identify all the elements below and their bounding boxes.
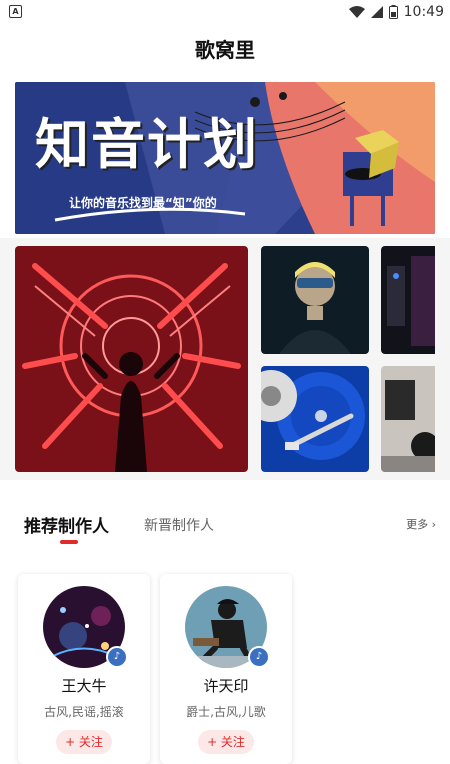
verified-music-badge-icon: ♪ <box>106 646 128 668</box>
tab-recommended-producers[interactable]: 推荐制作人 <box>24 512 109 537</box>
status-bar: A 10:49 <box>0 0 450 24</box>
producer-name: 王大牛 <box>61 677 107 695</box>
gallery-image-neon-music[interactable] <box>15 246 248 472</box>
more-label: 更多 <box>406 518 429 531</box>
gallery-image-dj-portrait[interactable] <box>261 246 369 354</box>
gallery-image-mixer[interactable] <box>381 366 435 472</box>
tab-active-indicator <box>60 540 78 544</box>
producer-genres: 爵士,古风,儿歌 <box>186 705 266 719</box>
banner-title: 知音计划 <box>35 112 259 176</box>
promo-banner[interactable]: 知音计划 让你的音乐找到最“知”你的 <box>15 82 435 234</box>
producer-card[interactable]: ♪ 王大牛 古风,民谣,摇滚 + 关注 <box>18 574 150 764</box>
tab-new-producers[interactable]: 新晋制作人 <box>144 515 214 535</box>
chevron-right-icon: › <box>428 518 436 531</box>
gallery-image-turntable[interactable] <box>261 366 369 472</box>
follow-button[interactable]: + 关注 <box>198 730 254 754</box>
battery-icon <box>388 5 398 19</box>
follow-button[interactable]: + 关注 <box>56 730 112 754</box>
app-notification-icon: A <box>9 5 22 18</box>
page-title: 歌窝里 <box>195 38 255 62</box>
gallery-image-studio-gear[interactable] <box>381 246 435 354</box>
verified-music-badge-icon: ♪ <box>248 646 270 668</box>
more-link[interactable]: 更多 › <box>406 516 436 532</box>
banner-subtitle: 让你的音乐找到最“知”你的 <box>69 196 217 210</box>
producer-tabs: 推荐制作人 新晋制作人 更多 › <box>0 500 450 550</box>
wifi-icon <box>348 6 365 18</box>
status-icons: 10:49 <box>348 3 444 21</box>
producer-genres: 古风,民谣,摇滚 <box>44 705 124 719</box>
producer-card[interactable]: ♪ 许天印 爵士,古风,儿歌 + 关注 <box>160 574 292 764</box>
status-time: 10:49 <box>403 4 444 20</box>
image-gallery <box>0 238 450 480</box>
signal-icon <box>370 6 383 18</box>
producer-name: 许天印 <box>203 677 249 695</box>
